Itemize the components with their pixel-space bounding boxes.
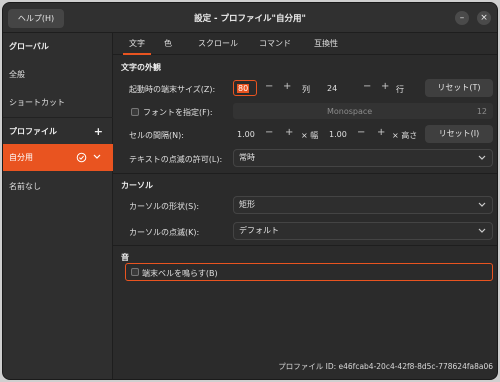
font-name: Monospace [327,107,373,116]
sidebar-item-profile-jibunyou[interactable]: 自分用 [3,144,113,171]
text-blink-label: テキストの点滅の許可(L): [129,155,223,164]
tab-compatibility[interactable]: 互換性 [306,33,346,55]
rows-input[interactable]: 24 [327,84,337,93]
check-circle-icon [76,152,87,163]
minimize-button[interactable]: – [455,11,469,25]
bell-label: 端末ベルを鳴らす(B) [142,269,218,278]
sidebar: グローバル 全般 ショートカット プロファイル + 自分用 名前なし [3,33,113,379]
text-blink-value: 常時 [239,153,255,162]
text-blink-dropdown[interactable]: 常時 [233,149,493,167]
reset-spacing-button[interactable]: リセット(I) [425,125,493,143]
title-bar: ヘルプ(H) 設定 - プロファイル"自分用" – × [3,3,497,33]
cursor-shape-value: 矩形 [239,200,255,209]
cell-spacing-label: セルの間隔(N): [129,131,184,140]
cell-height-input[interactable]: 1.00 [329,130,347,139]
sidebar-header-global: グローバル [9,42,49,51]
text-settings-panel: 文字の外観 起動時の端末サイズ(Z): 80 − + 列 24 − + 行 リセ… [113,55,497,379]
chevron-down-icon [478,223,486,240]
reset-size-button[interactable]: リセット(T) [425,79,493,97]
font-picker-button[interactable]: Monospace 12 [233,103,493,119]
sidebar-item-shortcuts[interactable]: ショートカット [3,89,113,117]
tab-colors[interactable]: 色 [157,33,179,55]
add-profile-button[interactable]: + [94,118,103,146]
cursor-blink-label: カーソルの点滅(K): [129,228,200,237]
columns-decrement-button[interactable]: − [265,81,273,92]
sidebar-item-profile-unnamed[interactable]: 名前なし [3,173,113,201]
chevron-down-icon[interactable] [93,154,101,160]
section-divider [113,173,497,174]
tab-command[interactable]: コマンド [253,33,297,55]
cell-width-increment-button[interactable]: + [285,127,293,138]
bell-checkbox[interactable] [131,268,139,276]
section-title-cursor: カーソル [121,181,153,190]
font-size: 12 [476,107,487,116]
section-title-sound: 音 [121,253,129,262]
close-icon: × [480,13,488,23]
section-divider [113,245,497,246]
tab-text[interactable]: 文字 [123,33,151,55]
close-button[interactable]: × [477,11,491,25]
section-title-text-appearance: 文字の外観 [121,63,161,72]
cell-width-input[interactable]: 1.00 [237,130,255,139]
cursor-blink-dropdown[interactable]: デフォルト [233,222,493,240]
bell-option-row[interactable]: 端末ベルを鳴らす(B) [125,263,493,281]
cell-height-decrement-button[interactable]: − [357,127,365,138]
sidebar-item-general[interactable]: 全般 [3,61,113,89]
sidebar-header-profiles: プロファイル + [3,118,113,146]
preferences-window: ヘルプ(H) 設定 - プロファイル"自分用" – × グローバル 全般 ショー… [2,2,498,380]
window-title: 設定 - プロファイル"自分用" [194,14,306,24]
chevron-down-icon [478,197,486,214]
cursor-blink-value: デフォルト [239,226,279,235]
custom-font-checkbox[interactable] [131,108,139,116]
cursor-shape-dropdown[interactable]: 矩形 [233,196,493,214]
columns-input[interactable]: 80 [233,80,257,96]
terminal-size-label: 起動時の端末サイズ(Z): [129,85,216,94]
profiles-header-label: プロファイル [9,127,57,136]
rows-increment-button[interactable]: + [381,81,389,92]
tab-bar: 文字 色 スクロール コマンド 互換性 [113,33,497,55]
cell-width-unit-label: × 幅 [301,131,319,140]
columns-increment-button[interactable]: + [283,81,291,92]
columns-unit-label: 列 [302,85,310,94]
custom-font-label: フォントを指定(F): [143,108,213,117]
cell-width-decrement-button[interactable]: − [265,127,273,138]
cell-height-unit-label: × 高さ [392,131,418,140]
columns-value: 80 [237,84,250,93]
rows-decrement-button[interactable]: − [363,81,371,92]
cell-height-increment-button[interactable]: + [377,127,385,138]
chevron-down-icon [478,150,486,167]
minimize-icon: – [459,13,465,23]
profile-id: プロファイル ID: e46fcab4-20c4-42f8-8d5c-77862… [278,362,493,371]
cursor-shape-label: カーソルの形状(S): [129,202,200,211]
profile-name: 自分用 [9,153,33,162]
rows-unit-label: 行 [396,85,404,94]
tab-scrolling[interactable]: スクロール [190,33,246,55]
